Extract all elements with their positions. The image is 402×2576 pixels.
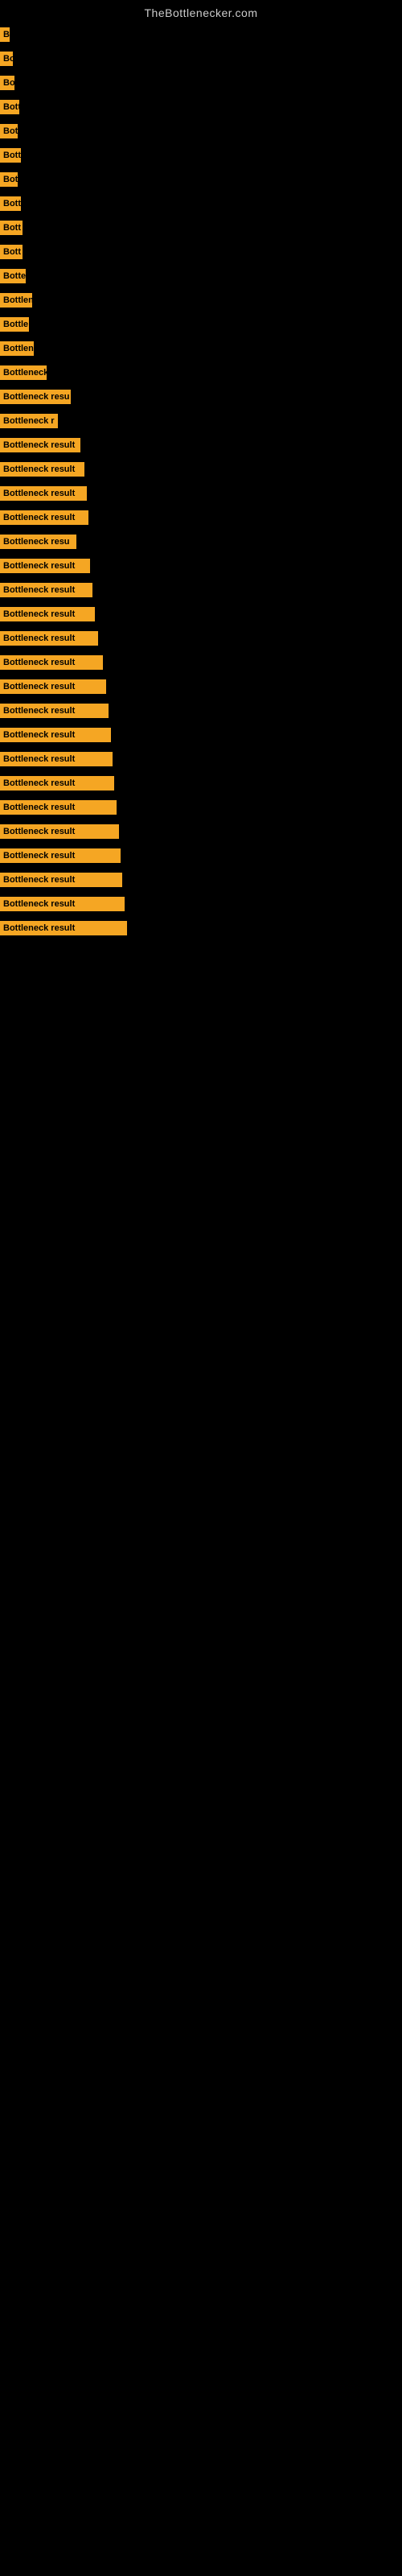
bar-row: Bo xyxy=(0,47,402,71)
bar-label: Bottleneck result xyxy=(0,921,127,935)
bar-row: Bott xyxy=(0,192,402,216)
bar-row: Bottleneck result xyxy=(0,481,402,506)
bar-label: Bottleneck result xyxy=(0,583,92,597)
bar-label: Bott xyxy=(0,100,19,114)
bar-row: Bott xyxy=(0,240,402,264)
bar-label: Bottleneck result xyxy=(0,873,122,887)
bar-label: Bottlen xyxy=(0,341,34,356)
bar-row: Bott xyxy=(0,216,402,240)
bar-row: Bottleneck result xyxy=(0,747,402,771)
bar-label: Bottleneck result xyxy=(0,462,84,477)
bar-row: Bottle xyxy=(0,312,402,336)
bar-label: Bottleneck result xyxy=(0,631,98,646)
bar-label: Bottle xyxy=(0,317,29,332)
bar-row: Bottleneck resu xyxy=(0,385,402,409)
bar-label: Bottleneck result xyxy=(0,897,125,911)
bar-row: Bottleneck xyxy=(0,361,402,385)
bar-label: Bottleneck result xyxy=(0,510,88,525)
site-title: TheBottlenecker.com xyxy=(0,0,402,23)
bar-label: Bottleneck result xyxy=(0,438,80,452)
bar-label: Bottlen xyxy=(0,293,32,308)
bar-label: Bottleneck result xyxy=(0,848,121,863)
bar-row: Bottleneck result xyxy=(0,626,402,650)
bar-row: Botte xyxy=(0,264,402,288)
bar-label: Bottleneck resu xyxy=(0,535,76,549)
bar-label: Bottleneck result xyxy=(0,752,113,766)
bar-row: Bottleneck result xyxy=(0,819,402,844)
bar-label: Bottleneck result xyxy=(0,704,109,718)
bar-label: Bott xyxy=(0,221,23,235)
bar-row: Bottleneck result xyxy=(0,433,402,457)
bar-label: Bottleneck resu xyxy=(0,390,71,404)
bar-label: Bottleneck result xyxy=(0,486,87,501)
bar-label: Bottleneck result xyxy=(0,776,114,791)
bar-row: Bottleneck result xyxy=(0,650,402,675)
bar-row: Bottleneck result xyxy=(0,892,402,916)
bar-label: Bottleneck r xyxy=(0,414,58,428)
bar-row: Bottleneck result xyxy=(0,554,402,578)
bar-row: Bottleneck result xyxy=(0,457,402,481)
bar-row: Bottlen xyxy=(0,336,402,361)
bar-label: Bottleneck result xyxy=(0,679,106,694)
bar-label: Botte xyxy=(0,269,26,283)
bar-row: Bottleneck result xyxy=(0,699,402,723)
bar-label: Bottleneck result xyxy=(0,800,117,815)
bar-row: Bottleneck result xyxy=(0,844,402,868)
bar-row: Bottleneck result xyxy=(0,602,402,626)
bar-row: Bottleneck result xyxy=(0,868,402,892)
bar-row: Bottleneck result xyxy=(0,795,402,819)
bar-label: Bot xyxy=(0,124,18,138)
bar-label: Bott xyxy=(0,196,21,211)
bar-label: Bottleneck result xyxy=(0,607,95,621)
bar-label: Bott xyxy=(0,148,21,163)
bar-label: Bottleneck xyxy=(0,365,47,380)
bars-container: B Bo Bo Bott Bot Bott Bot Bott Bott Bott Botte Bott… xyxy=(0,23,402,940)
bar-label: Bo xyxy=(0,76,14,90)
bar-label: B xyxy=(0,27,10,42)
bar-label: Bo xyxy=(0,52,13,66)
bar-label: Bot xyxy=(0,172,18,187)
bar-label: Bottleneck result xyxy=(0,824,119,839)
bar-row: Bot xyxy=(0,119,402,143)
bar-row: Bo xyxy=(0,71,402,95)
bar-row: Bott xyxy=(0,95,402,119)
bar-row: Bottleneck r xyxy=(0,409,402,433)
bar-row: Bott xyxy=(0,143,402,167)
bar-row: Bottleneck result xyxy=(0,578,402,602)
bar-row: Bottlen xyxy=(0,288,402,312)
bar-row: B xyxy=(0,23,402,47)
bar-label: Bottleneck result xyxy=(0,559,90,573)
bar-row: Bottleneck result xyxy=(0,916,402,940)
bar-row: Bottleneck result xyxy=(0,506,402,530)
bar-row: Bottleneck result xyxy=(0,675,402,699)
bar-label: Bott xyxy=(0,245,23,259)
bar-label: Bottleneck result xyxy=(0,655,103,670)
bar-label: Bottleneck result xyxy=(0,728,111,742)
bar-row: Bottleneck resu xyxy=(0,530,402,554)
bar-row: Bot xyxy=(0,167,402,192)
bar-row: Bottleneck result xyxy=(0,723,402,747)
bar-row: Bottleneck result xyxy=(0,771,402,795)
